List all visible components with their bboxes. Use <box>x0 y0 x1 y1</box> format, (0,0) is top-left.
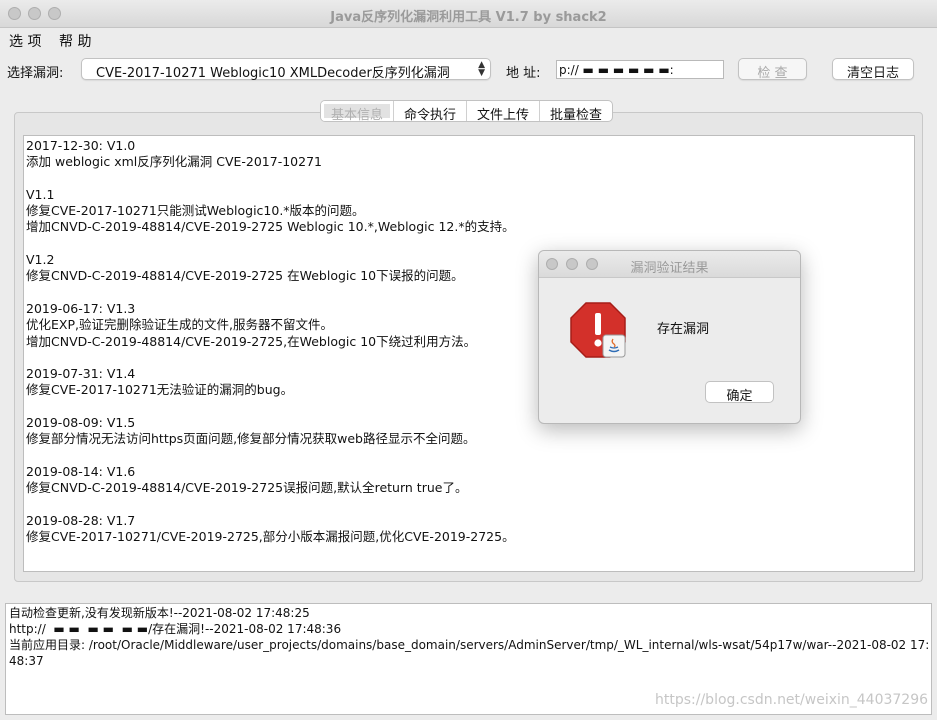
menu-help[interactable]: 帮 助 <box>59 31 91 51</box>
vuln-select-label: 选择漏洞: <box>7 66 64 81</box>
menu-options[interactable]: 选 项 <box>9 31 41 51</box>
result-dialog: 漏洞验证结果 存在漏洞 确定 <box>538 250 801 424</box>
watermark-text: https://blog.csdn.net/weixin_44037296 <box>655 692 929 708</box>
tab-batch-check[interactable]: 批量检查 <box>540 101 612 121</box>
changelog-line <box>26 448 914 464</box>
dialog-message: 存在漏洞 <box>657 322 710 337</box>
window-titlebar: Java反序列化漏洞利用工具 V1.7 by shack2 <box>0 0 937 28</box>
tab-bar: 基本信息 命令执行 文件上传 批量检查 <box>320 100 614 122</box>
changelog-line: 修复CVE-2017-10271只能测试Weblogic10.*版本的问题。 <box>26 203 365 219</box>
status-line: 当前应用目录: /root/Oracle/Middleware/user_pro… <box>9 638 930 668</box>
changelog-line: 增加CNVD-C-2019-48814/CVE-2019-2725 Weblog… <box>26 219 515 235</box>
changelog-line: V1.1 <box>26 186 55 202</box>
check-button[interactable]: 检 查 <box>738 58 807 81</box>
tab-command-exec[interactable]: 命令执行 <box>394 101 468 121</box>
warning-stop-icon <box>570 302 626 358</box>
status-line: http:// ▬ ▬ ▬ ▬ ▬ ▬/存在漏洞!--2021-08-02 17… <box>9 622 342 636</box>
changelog-line <box>26 497 914 513</box>
changelog-line: 2019-08-28: V1.7 <box>26 512 136 528</box>
tab-file-upload[interactable]: 文件上传 <box>467 101 541 121</box>
url-label: 地 址: <box>506 66 541 81</box>
changelog-line: 2017-12-30: V1.0 <box>26 138 136 153</box>
changelog-line <box>26 171 914 187</box>
menu-bar: 选 项 帮 助 <box>0 28 937 50</box>
url-input[interactable]: p:// ▬ ▬ ▬ ▬ ▬ ▬: <box>556 60 724 79</box>
tab-basic-info[interactable]: 基本信息 <box>321 101 395 121</box>
clear-log-button[interactable]: 清空日志 <box>832 58 914 81</box>
vuln-select[interactable]: CVE-2017-10271 Weblogic10 XMLDecoder反序列化… <box>81 58 491 81</box>
changelog-line: 修复CVE-2017-10271/CVE-2019-2725,部分小版本漏报问题… <box>26 529 515 545</box>
changelog-line: 修复部分情况无法访问https页面问题,修复部分情况获取web路径显示不全问题。 <box>26 431 476 447</box>
dialog-title: 漏洞验证结果 <box>630 261 709 276</box>
vuln-select-value: CVE-2017-10271 Weblogic10 XMLDecoder反序列化… <box>96 66 450 81</box>
window-title: Java反序列化漏洞利用工具 V1.7 by shack2 <box>330 10 607 25</box>
dialog-titlebar: 漏洞验证结果 <box>539 251 800 278</box>
changelog-line: 添加 weblogic xml反序列化漏洞 CVE-2017-10271 <box>26 154 322 170</box>
select-updown-icon: ▲ ▼ <box>478 60 485 78</box>
status-line: 自动检查更新,没有发现新版本!--2021-08-02 17:48:25 <box>9 606 310 620</box>
changelog-line: 2019-08-14: V1.6 <box>26 463 136 479</box>
ok-button[interactable]: 确定 <box>705 381 774 404</box>
changelog-line: 修复CNVD-C-2019-48814/CVE-2019-2725误报问题,默认… <box>26 480 468 496</box>
